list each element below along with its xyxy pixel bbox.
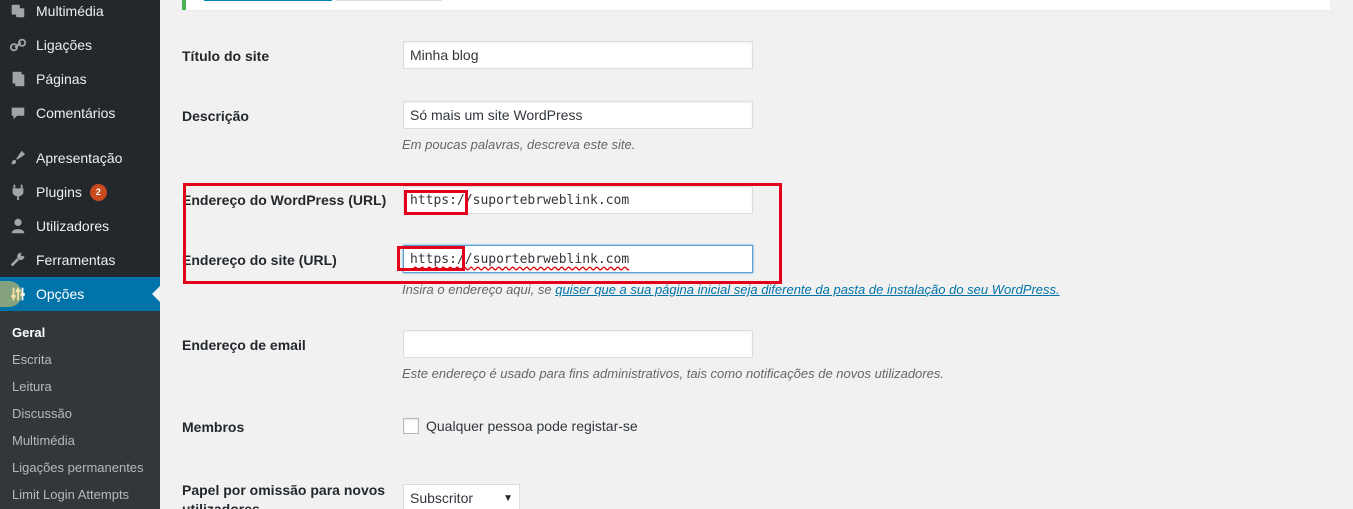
menu-item-settings[interactable]: Opções	[0, 277, 160, 311]
site-url-description-text: Insira o endereço aqui, se	[402, 282, 556, 297]
site-url-input[interactable]: https://suportebrweblink.com	[403, 245, 753, 273]
submenu-item-discussion[interactable]: Discussão	[12, 406, 72, 421]
menu-item-users[interactable]: Utilizadores	[0, 209, 160, 243]
menu-item-links[interactable]: Ligações	[0, 28, 160, 62]
admin-sidebar: Multimédia Ligações Páginas Comentários …	[0, 0, 160, 509]
wordpress-url-label: Endereço do WordPress (URL)	[182, 192, 387, 208]
tools-wrench-icon	[0, 251, 36, 269]
admin-email-description: Este endereço é usado para fins administ…	[402, 366, 944, 381]
tagline-label: Descrição	[182, 108, 249, 124]
submenu-item-limit-login[interactable]: Limit Login Attempts	[12, 487, 129, 502]
update-count-badge: 2	[89, 183, 107, 201]
membership-checkbox-label[interactable]: Qualquer pessoa pode registar-se	[426, 418, 638, 434]
media-icon	[0, 2, 36, 20]
menu-label: Plugins	[36, 184, 82, 200]
menu-item-pages[interactable]: Páginas	[0, 62, 160, 96]
settings-submenu: Geral Escrita Leitura Discussão Multiméd…	[0, 311, 160, 509]
submenu-item-writing[interactable]: Escrita	[12, 352, 52, 367]
menu-label: Ferramentas	[36, 252, 116, 268]
wordpress-url-input[interactable]: https://suportebrweblink.com	[403, 186, 753, 214]
menu-label: Comentários	[36, 105, 116, 121]
submenu-item-media[interactable]: Multimédia	[12, 433, 75, 448]
site-url-scheme: https://	[410, 251, 473, 267]
default-role-selected: Subscritor	[410, 490, 474, 506]
wordpress-url-host: suportebrweblink.com	[472, 192, 630, 208]
menu-label: Utilizadores	[36, 218, 110, 234]
menu-label: Opções	[36, 286, 85, 302]
notice-banner	[182, 0, 1330, 10]
notice-primary-button[interactable]	[204, 0, 332, 1]
tagline-input[interactable]: Só mais um site WordPress	[403, 101, 753, 129]
default-role-select[interactable]: Subscritor ▼	[403, 484, 520, 509]
membership-checkbox[interactable]	[403, 418, 419, 434]
plugins-icon	[0, 183, 36, 201]
menu-item-appearance[interactable]: Apresentação	[0, 141, 160, 175]
menu-label: Multimédia	[36, 3, 104, 19]
submenu-item-general[interactable]: Geral	[12, 325, 45, 340]
chevron-down-icon: ▼	[503, 492, 513, 504]
menu-item-plugins[interactable]: Plugins 2	[0, 175, 160, 209]
menu-label: Apresentação	[36, 150, 123, 166]
notice-secondary-button[interactable]	[336, 0, 442, 1]
menu-item-comments[interactable]: Comentários	[0, 96, 160, 130]
default-role-label: Papel por omissão para novos utilizadore…	[182, 482, 386, 509]
link-icon	[0, 36, 36, 54]
wordpress-url-scheme: https://	[410, 192, 473, 208]
menu-item-tools[interactable]: Ferramentas	[0, 243, 160, 277]
appearance-brush-icon	[0, 149, 36, 167]
site-url-label: Endereço do site (URL)	[182, 252, 337, 268]
menu-item-multimedia[interactable]: Multimédia	[0, 0, 160, 28]
settings-general-form: Título do site Minha blog Descrição Só m…	[160, 0, 1353, 509]
users-icon	[0, 217, 36, 235]
submenu-item-reading[interactable]: Leitura	[12, 379, 52, 394]
tagline-value: Só mais um site WordPress	[410, 107, 583, 123]
menu-label: Ligações	[36, 37, 93, 53]
submenu-item-permalinks[interactable]: Ligações permanentes	[12, 460, 144, 475]
menu-label: Páginas	[36, 71, 87, 87]
site-url-host: suportebrweblink.com	[472, 251, 630, 267]
tagline-description: Em poucas palavras, descreva este site.	[402, 137, 636, 152]
admin-email-input[interactable]	[403, 330, 753, 358]
site-title-value: Minha blog	[410, 47, 479, 63]
admin-email-label: Endereço de email	[182, 337, 306, 353]
pages-icon	[0, 70, 36, 88]
membership-label: Membros	[182, 419, 245, 435]
site-title-label: Título do site	[182, 48, 270, 64]
site-url-help-link[interactable]: quiser que a sua página inicial seja dif…	[555, 282, 1059, 297]
site-url-description: Insira o endereço aqui, se quiser que a …	[402, 282, 1060, 297]
site-title-input[interactable]: Minha blog	[403, 41, 753, 69]
comments-icon	[0, 104, 36, 122]
